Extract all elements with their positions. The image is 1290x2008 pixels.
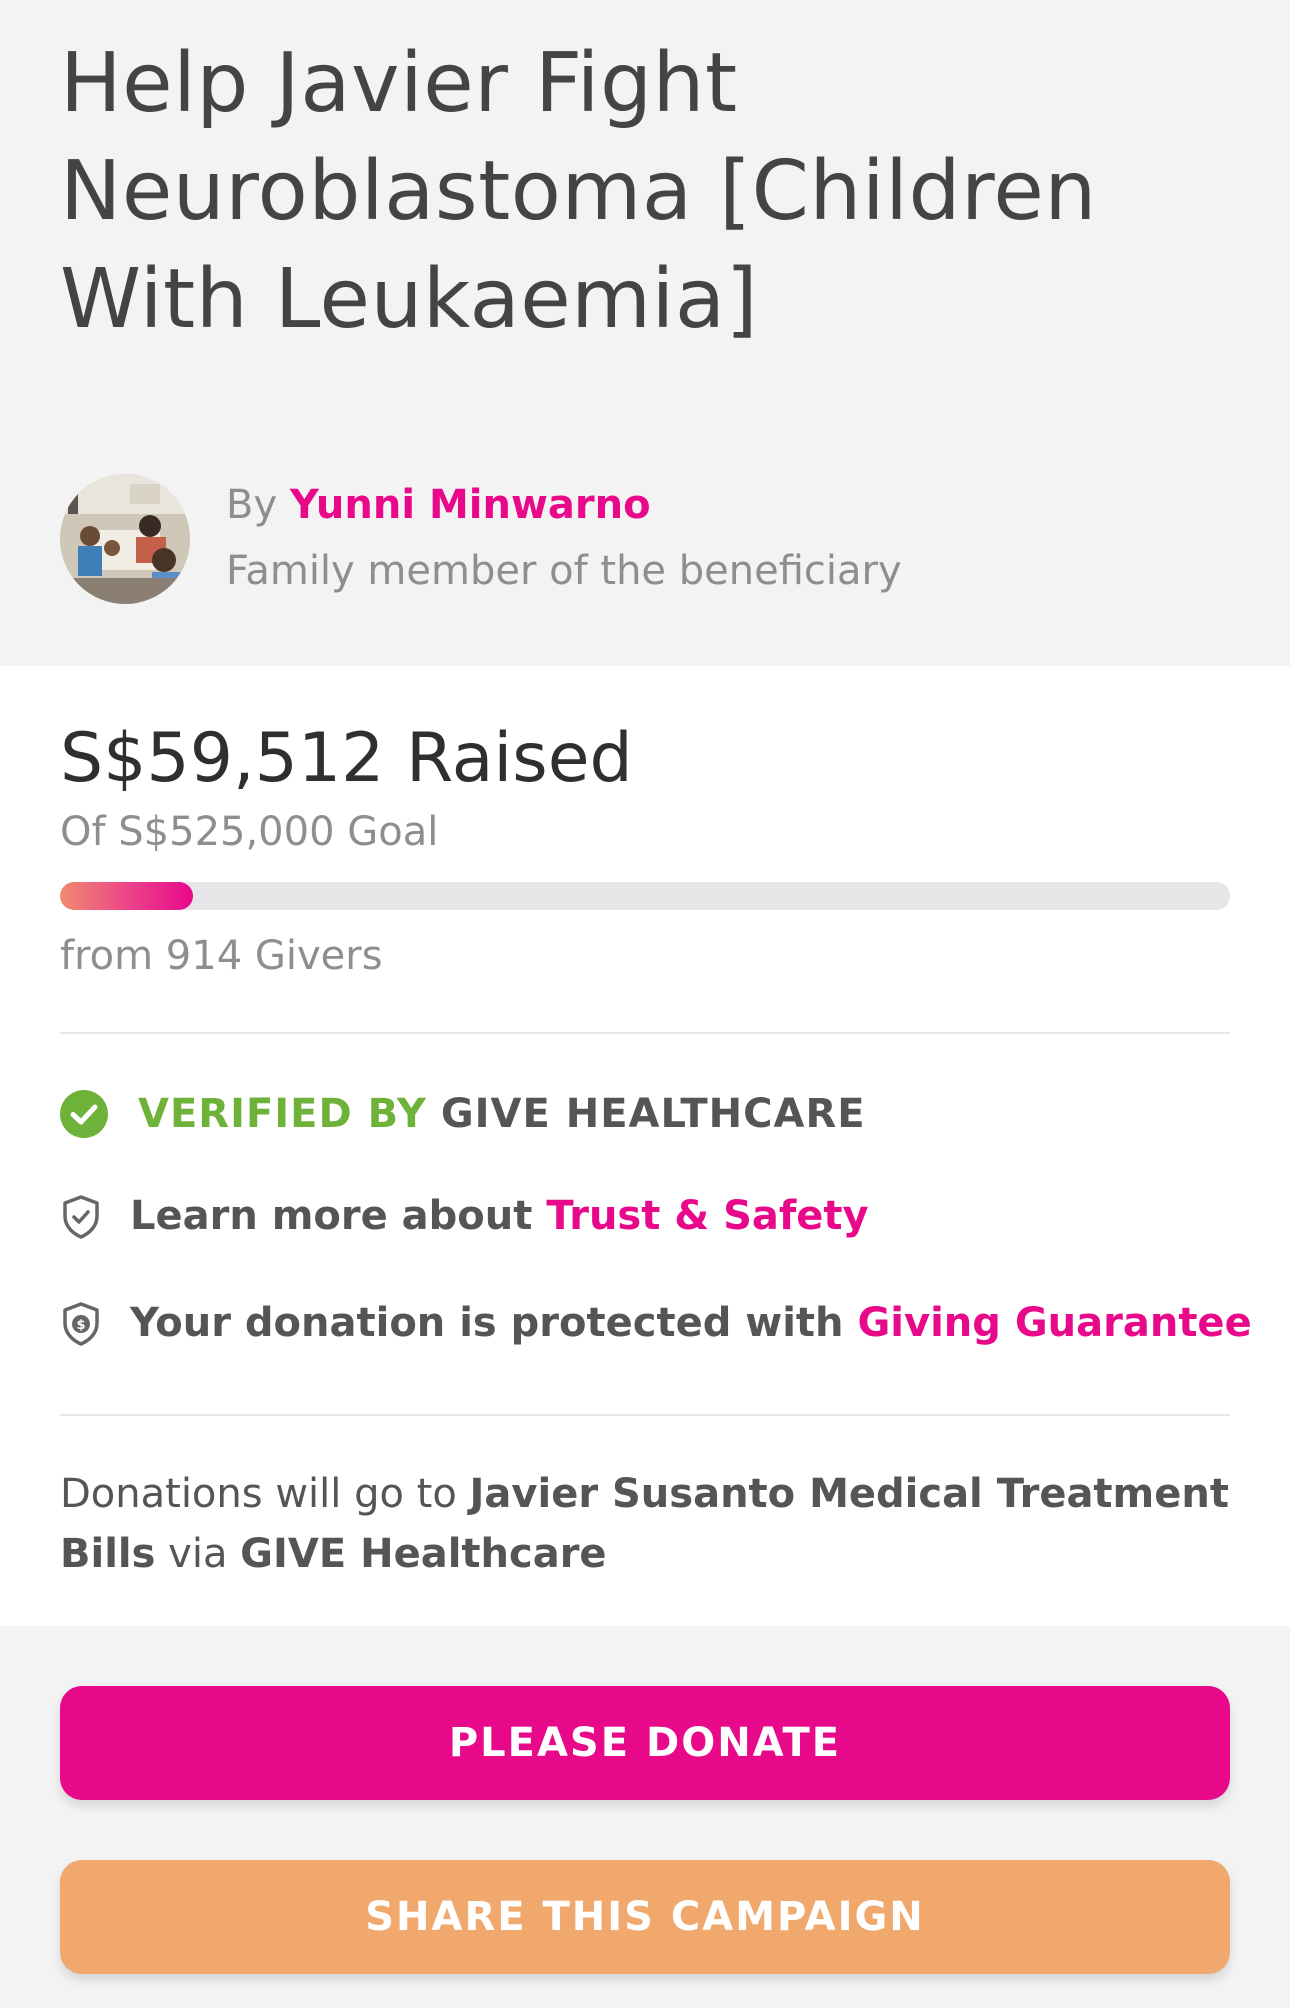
giving-guarantee-link[interactable]: Giving Guarantee bbox=[857, 1300, 1251, 1346]
giving-guarantee-row: $ Your donation is protected with Giving… bbox=[60, 1293, 1252, 1353]
givers-count: from 914 Givers bbox=[60, 933, 383, 979]
shield-check-icon bbox=[63, 1195, 99, 1239]
progress-bar-fill bbox=[60, 882, 193, 910]
beneficiary-prefix: Donations will go to bbox=[60, 1471, 457, 1517]
funding-goal: Of S$525,000 Goal bbox=[60, 809, 439, 855]
organizer-info: By Yunni Minwarno Family member of the b… bbox=[60, 474, 1230, 604]
donate-button[interactable]: PLEASE DONATE bbox=[60, 1686, 1230, 1800]
trust-safety-row: Learn more about Trust & Safety bbox=[60, 1186, 1230, 1246]
campaign-header: Help Javier Fight Neuroblastoma [Childre… bbox=[0, 0, 1290, 666]
progress-bar bbox=[60, 882, 1230, 910]
beneficiary-info: Donations will go to Javier Susanto Medi… bbox=[60, 1464, 1230, 1584]
by-prefix: By bbox=[226, 482, 278, 528]
divider bbox=[60, 1414, 1230, 1416]
trust-prefix: Learn more about bbox=[130, 1193, 533, 1239]
verified-label: VERIFIED BY bbox=[138, 1091, 427, 1137]
svg-text:$: $ bbox=[76, 1318, 85, 1333]
amount-raised: S$59,512 Raised bbox=[60, 719, 633, 798]
verified-row: VERIFIED BY GIVE HEALTHCARE bbox=[60, 1084, 1230, 1144]
campaign-page: Help Javier Fight Neuroblastoma [Childre… bbox=[0, 0, 1290, 2008]
funding-card: S$59,512 Raised Of S$525,000 Goal from 9… bbox=[0, 666, 1290, 1626]
verified-org: GIVE HEALTHCARE bbox=[440, 1091, 866, 1137]
check-circle-icon bbox=[60, 1090, 108, 1138]
avatar-photo bbox=[60, 474, 190, 604]
divider bbox=[60, 1032, 1230, 1034]
shield-dollar-icon: $ bbox=[63, 1302, 99, 1346]
trust-safety-link[interactable]: Trust & Safety bbox=[546, 1193, 868, 1239]
avatar[interactable] bbox=[60, 474, 190, 604]
beneficiary-via: via bbox=[168, 1531, 228, 1577]
organizer-byline: By Yunni Minwarno bbox=[226, 478, 651, 532]
guarantee-prefix: Your donation is protected with bbox=[130, 1300, 844, 1346]
verified-text: VERIFIED BY GIVE HEALTHCARE bbox=[138, 1084, 866, 1144]
trust-safety-text: Learn more about Trust & Safety bbox=[130, 1186, 869, 1246]
beneficiary-org: GIVE Healthcare bbox=[240, 1531, 607, 1577]
share-campaign-button[interactable]: SHARE THIS CAMPAIGN bbox=[60, 1860, 1230, 1974]
page-title: Help Javier Fight Neuroblastoma [Childre… bbox=[60, 36, 1097, 347]
giving-guarantee-text: Your donation is protected with Giving G… bbox=[130, 1293, 1252, 1353]
organizer-relation: Family member of the beneficiary bbox=[226, 548, 902, 594]
organizer-name-link[interactable]: Yunni Minwarno bbox=[290, 482, 651, 528]
